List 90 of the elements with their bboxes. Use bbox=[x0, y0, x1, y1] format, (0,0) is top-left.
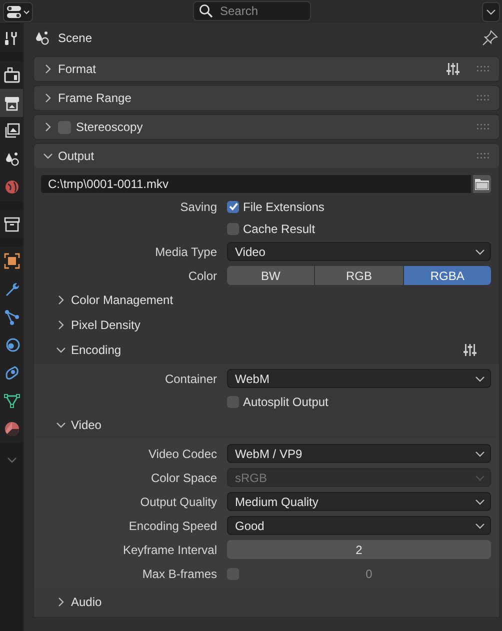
panel-title: Frame Range bbox=[58, 91, 132, 105]
sphere-icon bbox=[4, 421, 20, 437]
context-title: Scene bbox=[58, 31, 92, 45]
expand-chevron-icon[interactable] bbox=[43, 122, 53, 132]
scene-icon bbox=[34, 30, 50, 46]
number-field[interactable]: 2 bbox=[227, 540, 491, 559]
option-button[interactable]: RGBA bbox=[404, 266, 491, 285]
subpanel-title[interactable]: Color Management bbox=[71, 293, 174, 307]
drag-handle-icon[interactable] bbox=[477, 153, 489, 159]
checkbox-label[interactable]: File Extensions bbox=[243, 200, 324, 214]
tool-icon bbox=[4, 30, 20, 46]
search-field[interactable]: Search bbox=[193, 1, 311, 21]
properties-tab[interactable] bbox=[0, 117, 23, 145]
chevron-down-icon bbox=[475, 246, 485, 256]
option-button[interactable]: RGB bbox=[315, 266, 403, 285]
link-ring-icon bbox=[4, 365, 20, 381]
wrench-icon bbox=[4, 281, 20, 297]
properties-tab[interactable] bbox=[0, 210, 23, 238]
collapse-chevron-icon[interactable] bbox=[56, 345, 66, 355]
chevron-down-icon bbox=[475, 374, 485, 384]
properties-tab[interactable] bbox=[0, 89, 23, 117]
object-square-icon bbox=[4, 253, 20, 269]
dropdown[interactable]: Video bbox=[227, 242, 491, 261]
field-label: Video Codec bbox=[148, 446, 217, 460]
printer-icon bbox=[4, 95, 20, 111]
properties-tab[interactable] bbox=[0, 415, 23, 443]
field-label: Max B-frames bbox=[142, 566, 217, 580]
field-label: Output Quality bbox=[140, 494, 217, 508]
checkbox[interactable] bbox=[227, 222, 239, 234]
expand-chevron-icon[interactable] bbox=[43, 93, 53, 103]
expand-chevron-icon[interactable] bbox=[43, 64, 53, 74]
layers-icon bbox=[4, 123, 20, 139]
drag-handle-icon[interactable] bbox=[477, 124, 489, 130]
nodes-icon bbox=[4, 309, 20, 325]
subpanel-title[interactable]: Audio bbox=[71, 595, 102, 609]
dropdown[interactable]: WebM bbox=[227, 369, 491, 388]
checkbox[interactable] bbox=[227, 396, 239, 408]
collapse-chevron-icon[interactable] bbox=[56, 420, 66, 430]
triangle-mesh-icon bbox=[4, 393, 20, 409]
pin-icon[interactable] bbox=[482, 30, 498, 46]
field-label: Container bbox=[164, 372, 217, 386]
dropdown[interactable]: WebM / VP9 bbox=[227, 444, 491, 463]
scene-icon bbox=[4, 151, 20, 167]
browse-folder-button[interactable] bbox=[473, 175, 491, 193]
collapse-chevron-icon[interactable] bbox=[43, 151, 53, 161]
panel-title: Stereoscopy bbox=[76, 120, 143, 134]
folder-icon bbox=[475, 178, 489, 190]
orbit-icon bbox=[4, 337, 20, 353]
subpanel-title[interactable]: Encoding bbox=[71, 343, 122, 357]
field-label: Media Type bbox=[155, 244, 217, 258]
chevron-down-icon bbox=[475, 520, 485, 530]
checkbox-label[interactable]: Cache Result bbox=[243, 222, 316, 236]
checkbox[interactable] bbox=[58, 120, 71, 134]
chevron-down-icon bbox=[475, 472, 485, 482]
properties-tab[interactable] bbox=[0, 247, 23, 275]
chevron-down-icon bbox=[475, 496, 485, 506]
checkbox[interactable] bbox=[227, 200, 239, 212]
field-label: Saving bbox=[180, 200, 217, 214]
dropdown[interactable]: Good bbox=[227, 516, 491, 535]
field-label: Keyframe Interval bbox=[122, 542, 217, 556]
file-path-field[interactable]: C:\tmp\0001-0011.mkv bbox=[41, 175, 471, 193]
subpanel-title[interactable]: Video bbox=[71, 418, 102, 432]
box-icon bbox=[4, 216, 20, 232]
field-label: Color Space bbox=[150, 470, 217, 484]
globe-icon bbox=[4, 179, 20, 195]
search-icon bbox=[199, 4, 213, 18]
expand-chevron-icon[interactable] bbox=[6, 455, 16, 465]
expand-chevron-icon[interactable] bbox=[56, 597, 66, 607]
subpanel-title[interactable]: Pixel Density bbox=[71, 318, 140, 332]
properties-tab[interactable] bbox=[0, 61, 23, 89]
presets-icon[interactable] bbox=[446, 62, 460, 76]
option-button[interactable]: BW bbox=[227, 266, 314, 285]
expand-chevron-icon[interactable] bbox=[56, 295, 66, 305]
checkbox-label[interactable]: Autosplit Output bbox=[243, 394, 328, 408]
expand-chevron-icon[interactable] bbox=[56, 320, 66, 330]
camera-back-icon bbox=[4, 67, 20, 83]
editor-type-button[interactable] bbox=[3, 2, 33, 22]
options-dropdown[interactable] bbox=[482, 2, 500, 22]
drag-handle-icon[interactable] bbox=[477, 95, 489, 101]
panel-title: Output bbox=[58, 149, 94, 163]
field-label: Encoding Speed bbox=[128, 518, 217, 532]
chevron-down-icon bbox=[486, 6, 496, 16]
panel-title: Format bbox=[58, 62, 96, 76]
chevron-down-icon bbox=[475, 448, 485, 458]
drag-handle-icon[interactable] bbox=[477, 66, 489, 72]
presets-icon[interactable] bbox=[463, 343, 477, 357]
panel-header[interactable]: Output bbox=[34, 144, 499, 168]
properties-tab[interactable] bbox=[0, 24, 23, 52]
field-label: Color bbox=[188, 268, 217, 282]
dropdown[interactable]: Medium Quality bbox=[227, 492, 491, 511]
